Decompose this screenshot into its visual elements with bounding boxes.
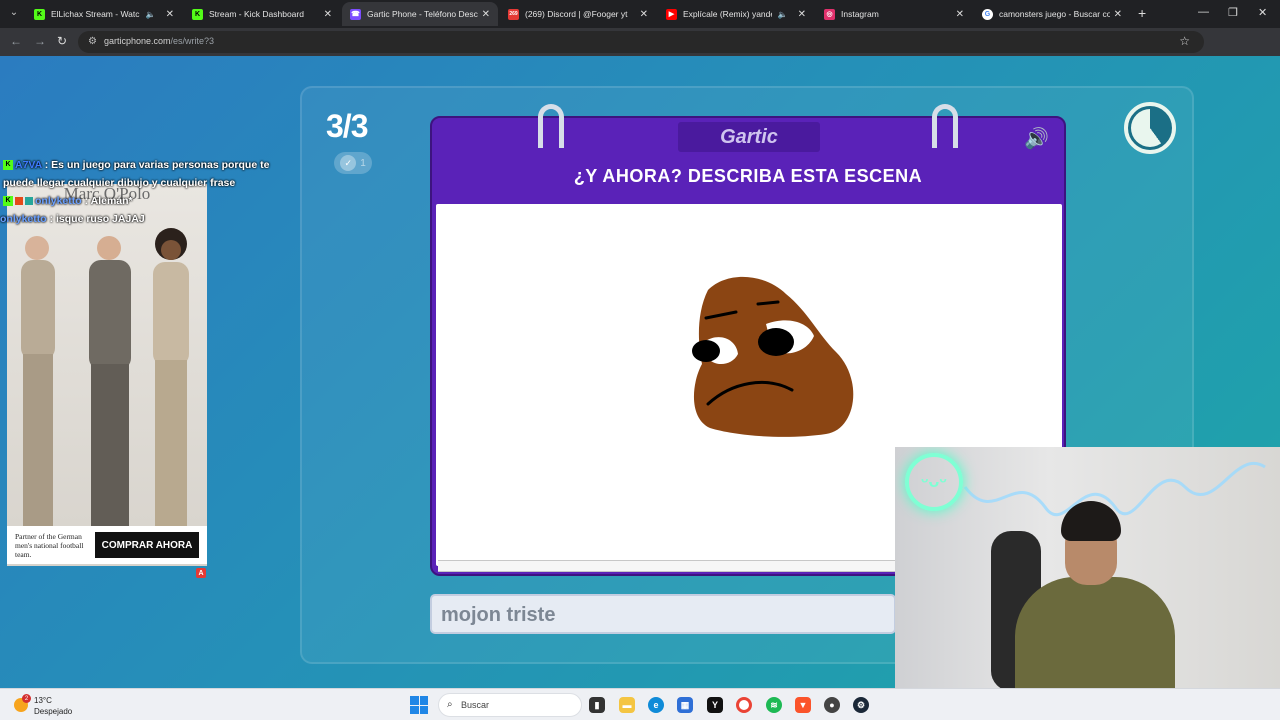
task-view-icon[interactable]: ▮ — [589, 697, 605, 713]
scene-prompt: ¿Y AHORA? DESCRIBA ESTA ESCENA — [573, 166, 923, 186]
speaker-icon[interactable]: 🔈 — [778, 10, 788, 19]
gift-badge-icon — [25, 197, 33, 206]
tab-search-chevron-icon[interactable]: ⌄ — [6, 5, 22, 21]
close-icon[interactable]: ✕ — [956, 9, 964, 20]
window-close-icon[interactable]: ✕ — [1258, 6, 1267, 19]
url-text: garticphone.com/es/write?3 — [104, 36, 215, 46]
ad-choices-icon[interactable]: A — [196, 568, 206, 578]
minimize-icon[interactable]: — — [1198, 6, 1209, 18]
binder-ring-icon — [932, 104, 958, 148]
gartic-logo: Gartic — [678, 122, 820, 152]
weather-widget[interactable]: 2 13°C Despejado — [14, 693, 104, 717]
tab-google-search[interactable]: G camonsters juego - Buscar con ✕ — [974, 2, 1130, 26]
tab-kick-dashboard[interactable]: K Stream - Kick Dashboard ✕ — [184, 2, 340, 26]
chat-message: Konlyketto : Alemán* — [0, 192, 300, 210]
chat-message: puede llegar cualquier dibujo y cualquie… — [0, 174, 300, 192]
obs-icon[interactable]: ● — [824, 697, 840, 713]
new-tab-plus-icon[interactable]: + — [1138, 5, 1146, 21]
chrome-icon[interactable] — [736, 697, 752, 713]
close-icon[interactable]: ✕ — [1114, 9, 1122, 20]
close-icon[interactable]: ✕ — [640, 9, 648, 20]
instagram-icon: ◎ — [824, 8, 835, 20]
round-counter: 3/3 — [326, 108, 368, 144]
close-icon[interactable]: ✕ — [166, 9, 174, 20]
tab-title: camonsters juego - Buscar con — [999, 9, 1110, 19]
taskbar-search[interactable]: ⌕ Buscar — [438, 693, 582, 717]
binder-ring-icon — [538, 104, 564, 148]
edge-icon[interactable]: e — [648, 697, 664, 713]
kick-icon: K — [34, 8, 45, 20]
ad-banner[interactable]: Marc O'Polo — [7, 184, 207, 566]
chat-text: : isque ruso JAJAJ — [49, 213, 145, 225]
tab-instagram[interactable]: ◎ Instagram ✕ — [816, 2, 972, 26]
discord-icon: 269 — [508, 8, 519, 20]
check-icon: ✓ — [340, 155, 357, 171]
chat-username: onlyketto — [35, 195, 82, 207]
weather-condition: Despejado — [34, 707, 73, 716]
url-field[interactable]: ⚙ garticphone.com/es/write?3 ☆ — [78, 31, 1204, 53]
timer-icon — [1124, 102, 1176, 154]
kick-icon: K — [192, 8, 203, 20]
ad-partner-text: Partner of the German men's national foo… — [15, 532, 84, 559]
speaker-icon[interactable]: 🔈 — [146, 10, 156, 19]
file-explorer-icon[interactable]: ▬ — [619, 697, 635, 713]
search-icon: ⌕ — [447, 699, 453, 710]
tab-title: Stream - Kick Dashboard — [209, 9, 304, 19]
chat-username: onlyketto — [0, 213, 47, 225]
tab-title: Instagram — [841, 9, 879, 19]
search-placeholder: Buscar — [461, 700, 490, 710]
chat-text: : Alemán* — [84, 195, 133, 207]
windows-taskbar: 2 13°C Despejado ⌕ Buscar ▮ ▬ e ▦ Y ≋ ▼ … — [0, 688, 1280, 720]
stream-chat-overlay: K A7VA : Es un juego para varias personas… — [0, 156, 300, 228]
tab-youtube-music[interactable]: ▶ Explícale (Remix) yandel, nc 🔈 ✕ — [658, 2, 814, 26]
site-info-icon[interactable]: ⚙ — [88, 36, 97, 47]
weather-temperature: 13°C — [34, 696, 52, 705]
tab-title: ElLichax Stream - Watch Liv — [51, 9, 140, 19]
ad-models-image — [21, 228, 189, 544]
close-icon[interactable]: ✕ — [798, 9, 806, 20]
back-icon[interactable]: ← — [10, 34, 22, 48]
notification-badge: 2 — [22, 694, 31, 703]
google-icon: G — [982, 8, 993, 20]
answer-input[interactable]: mojon triste — [430, 594, 896, 634]
y-app-icon[interactable]: Y — [707, 697, 723, 713]
chat-text: puede llegar cualquier dibujo y cualquie… — [3, 177, 236, 189]
buy-now-button[interactable]: COMPRAR AHORA — [95, 532, 199, 558]
chat-username: A7VA — [15, 159, 42, 171]
chat-message: onlyketto : isque ruso JAJAJ — [0, 210, 300, 228]
forward-icon[interactable]: → — [34, 34, 46, 48]
youtube-icon: ▶ — [666, 8, 677, 20]
spotify-icon[interactable]: ≋ — [766, 697, 782, 713]
kick-badge-icon: K — [3, 160, 13, 171]
close-icon[interactable]: ✕ — [324, 9, 332, 20]
tab-ellichax-stream[interactable]: K ElLichax Stream - Watch Liv 🔈 ✕ — [26, 2, 182, 26]
subscriber-badge-icon — [15, 197, 23, 206]
chat-message: K A7VA : Es un juego para varias personas… — [0, 156, 300, 174]
volume-icon[interactable]: 🔊 — [1024, 126, 1049, 151]
tab-discord[interactable]: 269 (269) Discord | @Fooger yt ✕ — [500, 2, 656, 26]
tab-title: Gartic Phone - Teléfono Descon — [367, 9, 478, 19]
bookmark-star-icon[interactable]: ☆ — [1179, 34, 1190, 48]
webcam-overlay: ᵕᴗᵕ — [895, 447, 1280, 688]
store-icon[interactable]: ▦ — [677, 697, 693, 713]
address-bar: ← → ↻ ⚙ garticphone.com/es/write?3 ☆ ☰ ⋮ — [0, 28, 1280, 76]
tab-title: Explícale (Remix) yandel, nc — [683, 9, 772, 19]
tab-gartic-phone[interactable]: ☎ Gartic Phone - Teléfono Descon ✕ — [342, 2, 498, 26]
reload-icon[interactable]: ↻ — [57, 34, 67, 48]
brave-icon[interactable]: ▼ — [795, 697, 811, 713]
chat-text: : Es un juego para varias personas porqu… — [44, 159, 270, 171]
ad-footer: Partner of the German men's national foo… — [7, 526, 207, 564]
round-check-count: 1 — [360, 157, 366, 169]
close-icon[interactable]: ✕ — [482, 9, 490, 20]
tab-title: (269) Discord | @Fooger yt — [525, 9, 628, 19]
kick-badge-icon: K — [3, 196, 13, 207]
restore-icon[interactable]: ❐ — [1228, 6, 1238, 19]
windows-start-icon[interactable] — [410, 696, 428, 714]
steam-icon[interactable]: ⚙ — [853, 697, 869, 713]
round-check-badge: ✓ 1 — [334, 152, 372, 174]
gartic-icon: ☎ — [350, 8, 361, 20]
tab-bar: ⌄ K ElLichax Stream - Watch Liv 🔈 ✕ K St… — [0, 0, 1280, 28]
